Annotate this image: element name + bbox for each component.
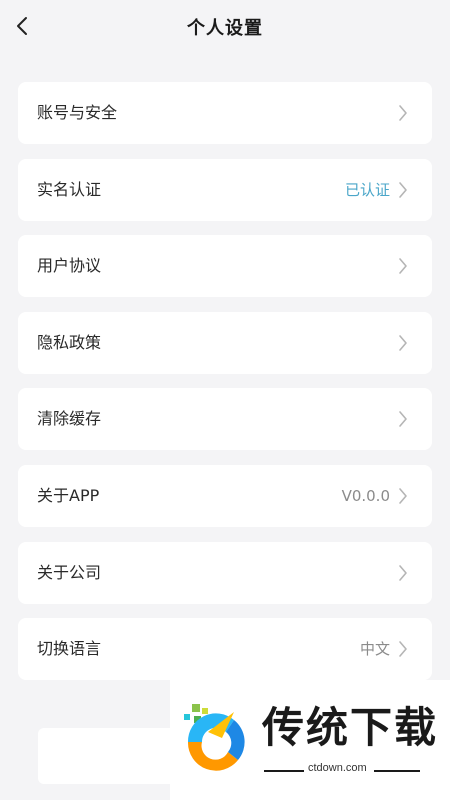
watermark-brand: 传统下载 — [262, 703, 439, 752]
current-language: 中文 — [359, 640, 390, 659]
watermark-divider — [264, 770, 304, 772]
menu-item-label: 隐私政策 — [37, 332, 102, 352]
menu-item-user-agreement[interactable]: 用户协议 — [18, 235, 432, 298]
watermark-divider — [374, 770, 420, 772]
verification-status: 已认证 — [344, 180, 390, 199]
chevron-right-icon — [399, 411, 407, 428]
watermark-url: ctdown.com — [308, 762, 367, 774]
menu-item-label: 切换语言 — [37, 639, 102, 659]
page-title: 个人设置 — [187, 18, 263, 39]
settings-menu: 账号与安全 实名认证 已认证 用户协议 隐私政策 清除缓存 关于APP V0.0… — [18, 82, 432, 695]
menu-item-label: 用户协议 — [37, 256, 102, 276]
menu-item-switch-language[interactable]: 切换语言 中文 — [18, 618, 432, 681]
header-bar: 个人设置 — [0, 0, 450, 58]
menu-item-about-app[interactable]: 关于APP V0.0.0 — [18, 464, 432, 527]
menu-item-label: 账号与安全 — [37, 103, 118, 122]
menu-item-clear-cache[interactable]: 清除缓存 — [18, 388, 432, 451]
menu-item-label: 关于公司 — [37, 562, 102, 582]
chevron-right-icon — [399, 181, 407, 198]
watermark: 传统下载 ctdown.com — [170, 680, 450, 800]
chevron-right-icon — [399, 488, 407, 504]
menu-item-account-security[interactable]: 账号与安全 — [18, 82, 432, 144]
menu-item-label: 关于APP — [37, 485, 100, 505]
chevron-right-icon — [399, 641, 407, 657]
ctdown-logo-icon — [184, 704, 245, 771]
menu-item-label: 实名认证 — [37, 179, 102, 199]
app-version: V0.0.0 — [341, 486, 390, 505]
menu-item-real-name-verification[interactable]: 实名认证 已认证 — [18, 158, 432, 221]
chevron-right-icon — [399, 105, 407, 121]
menu-item-label: 清除缓存 — [37, 409, 102, 429]
menu-item-privacy-policy[interactable]: 隐私政策 — [18, 311, 432, 374]
menu-item-about-company[interactable]: 关于公司 — [18, 541, 432, 604]
chevron-right-icon — [399, 258, 407, 274]
chevron-right-icon — [399, 564, 407, 581]
chevron-right-icon — [399, 334, 407, 351]
